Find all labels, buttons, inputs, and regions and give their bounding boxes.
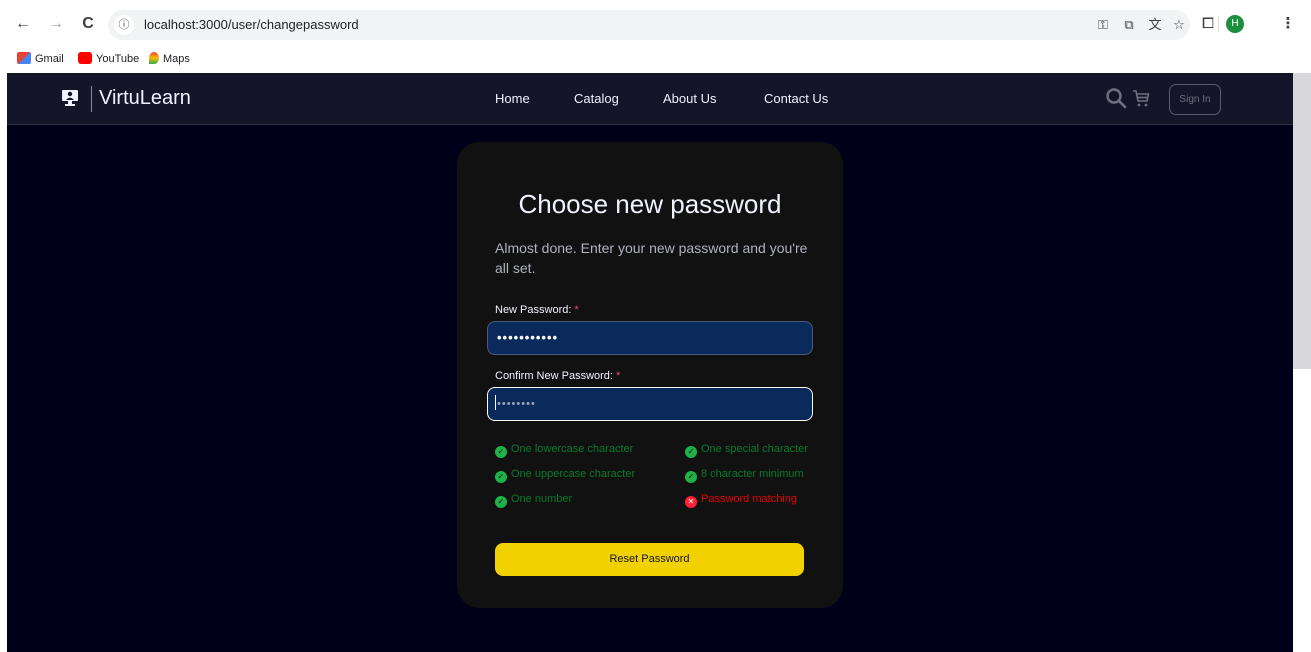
new-password-label: New Password: *: [495, 304, 579, 316]
brand-name[interactable]: VirtuLearn: [99, 84, 191, 112]
url-text: localhost:3000/user/changepassword: [144, 17, 359, 32]
more-menu-icon[interactable]: ⋮: [1278, 14, 1298, 34]
confirm-password-label: Confirm New Password: *: [495, 370, 621, 382]
bookmark-youtube[interactable]: YouTube: [78, 51, 139, 67]
required-asterisk: *: [616, 370, 621, 382]
maps-icon: [149, 52, 159, 64]
nav-contact-us[interactable]: Contact Us: [764, 90, 828, 108]
site-navbar: VirtuLearn Home Catalog About Us Contact…: [7, 73, 1293, 125]
check-circle-icon: ✓: [685, 446, 697, 458]
bookmarks-bar: Gmail YouTube Maps: [0, 46, 1311, 73]
extensions-icon[interactable]: ⧠: [1198, 14, 1218, 34]
rule-min-length: ✓ 8 character minimum: [685, 467, 804, 483]
nav-catalog[interactable]: Catalog: [574, 90, 619, 108]
page-title: Choose new password: [518, 189, 782, 219]
forward-arrow-icon[interactable]: →: [46, 14, 66, 34]
scrollbar-thumb[interactable]: [1293, 73, 1311, 369]
address-bar[interactable]: ⓘ localhost:3000/user/changepassword ⚿ ⧉…: [108, 10, 1190, 40]
logo-divider: [91, 86, 92, 112]
bookmark-star-icon[interactable]: ☆: [1170, 16, 1188, 34]
install-app-icon[interactable]: ⧉: [1120, 16, 1138, 34]
toolbar-divider: [1218, 16, 1219, 32]
check-circle-icon: ✓: [495, 446, 507, 458]
page-viewport: VirtuLearn Home Catalog About Us Contact…: [7, 73, 1293, 652]
required-asterisk: *: [574, 304, 579, 316]
search-icon[interactable]: [1105, 87, 1127, 109]
rule-lowercase: ✓ One lowercase character: [495, 442, 633, 458]
page-scrollbar[interactable]: [1293, 73, 1311, 652]
gmail-icon: [17, 52, 31, 64]
logo-icon[interactable]: [61, 89, 79, 107]
sign-in-button[interactable]: Sign In: [1169, 84, 1221, 115]
rule-number: ✓ One number: [495, 492, 572, 508]
error-circle-icon: ✕: [685, 496, 697, 508]
nav-home[interactable]: Home: [495, 90, 530, 108]
nav-about-us[interactable]: About Us: [663, 90, 716, 108]
key-icon[interactable]: ⚿: [1094, 16, 1112, 34]
bookmark-gmail[interactable]: Gmail: [17, 51, 64, 67]
browser-toolbar: ← → C ⓘ localhost:3000/user/changepasswo…: [0, 0, 1311, 46]
back-arrow-icon[interactable]: ←: [13, 14, 33, 34]
change-password-card: Choose new password Almost done. Enter y…: [457, 142, 843, 608]
reset-password-button[interactable]: Reset Password: [495, 543, 804, 576]
rule-special-character: ✓ One special character: [685, 442, 808, 458]
profile-avatar[interactable]: H: [1226, 15, 1244, 33]
translate-icon[interactable]: 文: [1146, 16, 1164, 34]
cart-icon[interactable]: [1131, 88, 1151, 108]
text-cursor: [495, 395, 496, 410]
youtube-icon: [78, 52, 92, 64]
check-circle-icon: ✓: [685, 471, 697, 483]
reload-icon[interactable]: C: [78, 14, 98, 34]
check-circle-icon: ✓: [495, 496, 507, 508]
page-description: Almost done. Enter your new password and…: [495, 240, 808, 276]
new-password-input[interactable]: •••••••••••: [487, 321, 813, 355]
site-info-icon[interactable]: ⓘ: [114, 15, 134, 35]
rule-password-matching: ✕ Password matching: [685, 492, 797, 508]
rule-uppercase: ✓ One uppercase character: [495, 467, 635, 483]
bookmark-maps[interactable]: Maps: [149, 51, 190, 67]
confirm-password-input[interactable]: ••••••••: [487, 387, 813, 421]
check-circle-icon: ✓: [495, 471, 507, 483]
